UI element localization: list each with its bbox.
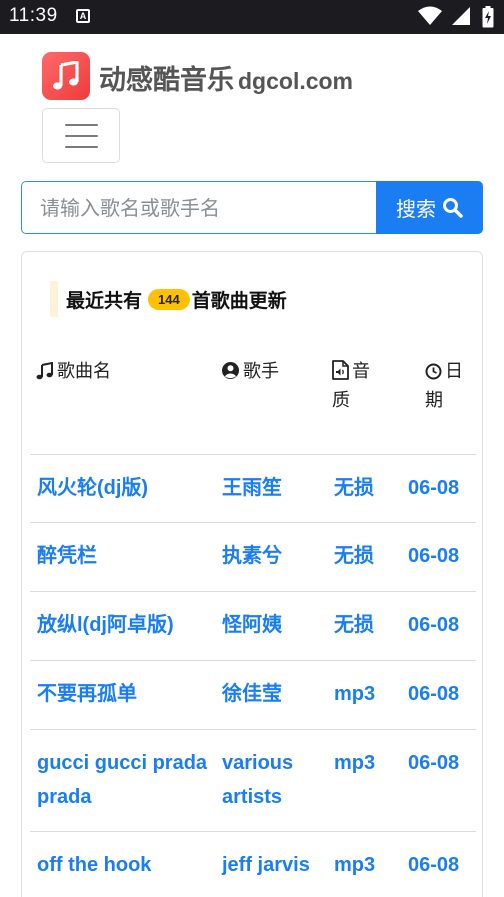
site-logo[interactable] xyxy=(42,52,90,100)
artist-link[interactable]: jeff jarvis xyxy=(222,848,328,882)
site-domain: dgcol.com xyxy=(238,68,354,94)
column-label-song: 歌曲名 xyxy=(57,361,111,382)
quality-label: mp3 xyxy=(334,683,376,705)
date-label: 06-08 xyxy=(408,752,460,774)
date-label: 06-08 xyxy=(408,477,460,499)
table-row[interactable]: off the hook jeff jarvis mp3 06-08 xyxy=(30,831,476,897)
column-header-date[interactable]: 日期 xyxy=(425,357,475,415)
quality-label: 无损 xyxy=(334,614,374,636)
song-title-link[interactable]: 风火轮(dj版) xyxy=(37,471,215,505)
artist-link[interactable]: various artists xyxy=(222,746,328,814)
status-bar: 11:39 A xyxy=(0,0,504,34)
table-row[interactable]: 放纵l(dj阿卓版) 怪阿姨 无损 06-08 xyxy=(30,591,476,660)
clock-icon xyxy=(425,363,442,380)
battery-icon xyxy=(482,6,494,28)
search-input[interactable] xyxy=(21,181,377,234)
search-icon xyxy=(443,198,463,218)
site-title[interactable]: 动感酷音乐 dgcol.com xyxy=(99,58,353,97)
music-note-icon xyxy=(53,61,79,90)
song-title-link[interactable]: 放纵l(dj阿卓版) xyxy=(37,608,215,642)
table-row[interactable]: 醉凭栏 执素兮 无损 06-08 xyxy=(30,522,476,591)
wifi-icon xyxy=(417,6,442,25)
song-title-link[interactable]: gucci gucci prada prada xyxy=(37,746,215,814)
user-circle-icon xyxy=(222,362,239,379)
signal-icon xyxy=(451,7,470,25)
heading-prefix: 最近共有 xyxy=(66,289,143,312)
date-label: 06-08 xyxy=(408,854,460,876)
notification-icon: A xyxy=(76,9,90,23)
hamburger-icon-line xyxy=(65,146,98,148)
quality-label: 无损 xyxy=(334,545,374,567)
table-row[interactable]: 风火轮(dj版) 王雨笙 无损 06-08 xyxy=(30,454,476,522)
hamburger-icon-line xyxy=(65,135,98,137)
column-header-artist[interactable]: 歌手 xyxy=(221,357,279,386)
song-list-card: 最近共有 144 首歌曲更新 歌曲名 歌手 音质 日期 风火轮(dj版) 王雨笙… xyxy=(21,251,483,897)
song-title-link[interactable]: off the hook xyxy=(37,848,215,882)
quality-label: 无损 xyxy=(334,477,374,499)
menu-toggle-button[interactable] xyxy=(42,108,120,163)
status-time: 11:39 xyxy=(9,5,58,26)
date-label: 06-08 xyxy=(408,614,460,636)
table-row[interactable]: gucci gucci prada prada various artists … xyxy=(30,729,476,831)
artist-link[interactable]: 执素兮 xyxy=(222,539,328,573)
audio-file-icon xyxy=(332,360,349,380)
quality-label: mp3 xyxy=(334,854,376,876)
song-count-badge: 144 xyxy=(148,288,190,310)
artist-link[interactable]: 怪阿姨 xyxy=(222,608,328,642)
search-button[interactable]: 搜索 xyxy=(376,181,483,234)
search-button-label: 搜索 xyxy=(396,197,436,221)
date-label: 06-08 xyxy=(408,683,460,705)
quality-label: mp3 xyxy=(334,752,376,774)
song-title-link[interactable]: 不要再孤单 xyxy=(37,677,215,711)
list-heading: 最近共有 144 首歌曲更新 xyxy=(50,281,287,317)
music-icon xyxy=(36,362,53,380)
heading-suffix: 首歌曲更新 xyxy=(191,289,287,312)
hamburger-icon-line xyxy=(65,124,98,126)
date-label: 06-08 xyxy=(408,545,460,567)
status-icons xyxy=(417,6,494,28)
column-header-song[interactable]: 歌曲名 xyxy=(36,357,111,386)
table-row[interactable]: 不要再孤单 徐佳莹 mp3 06-08 xyxy=(30,660,476,729)
column-label-artist: 歌手 xyxy=(243,361,279,382)
artist-link[interactable]: 王雨笙 xyxy=(222,471,328,505)
artist-link[interactable]: 徐佳莹 xyxy=(222,677,328,711)
column-header-quality[interactable]: 音质 xyxy=(332,357,384,415)
site-name: 动感酷音乐 xyxy=(99,65,234,96)
song-title-link[interactable]: 醉凭栏 xyxy=(37,539,215,573)
